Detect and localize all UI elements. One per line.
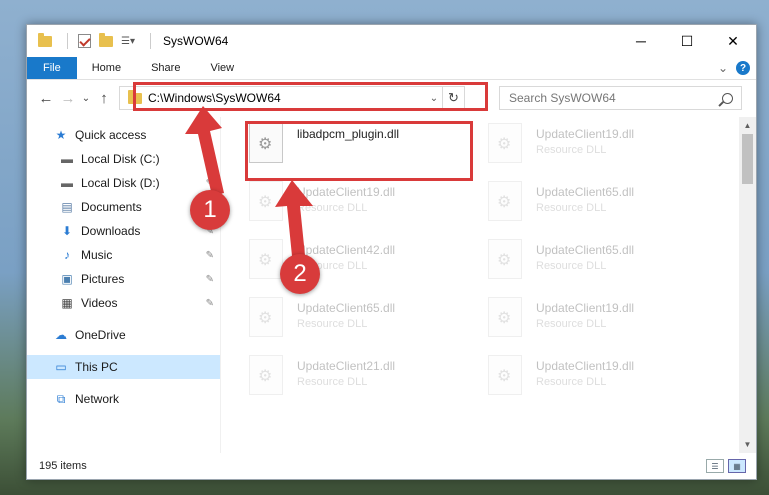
arrow-2 bbox=[275, 180, 313, 266]
arrow-1 bbox=[185, 106, 224, 196]
step-badge-1: 1 bbox=[190, 190, 230, 230]
step-badge-2: 2 bbox=[280, 254, 320, 294]
annotation-arrows bbox=[185, 106, 313, 266]
